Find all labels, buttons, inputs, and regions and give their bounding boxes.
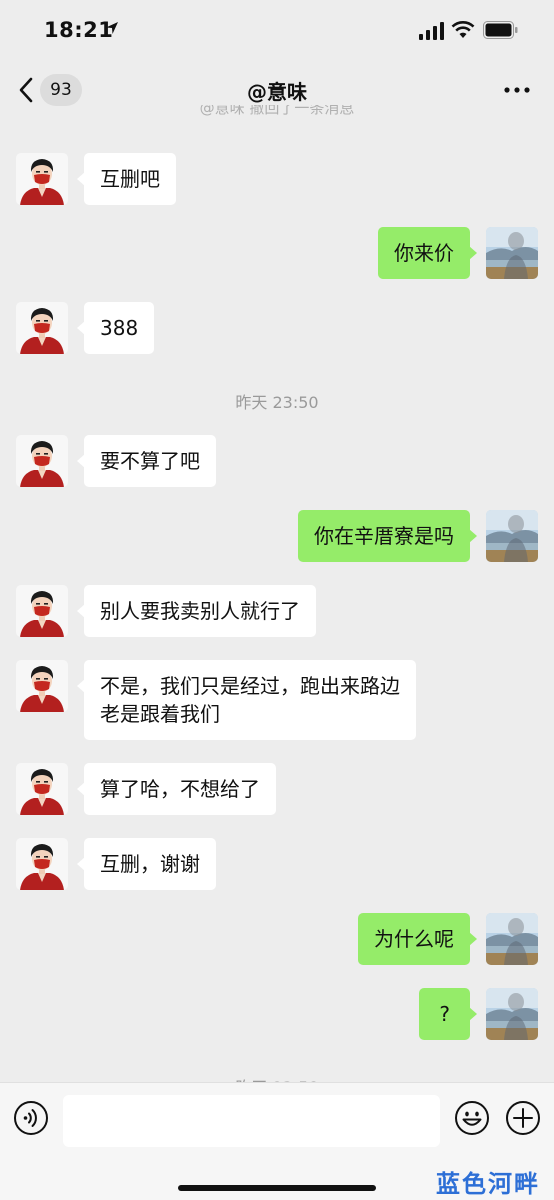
contact-avatar[interactable] (16, 302, 68, 354)
contact-avatar[interactable] (16, 153, 68, 205)
contact-avatar[interactable] (16, 435, 68, 487)
contact-avatar[interactable] (16, 660, 68, 712)
timestamp: 昨天 23:50 (235, 393, 319, 412)
my-avatar[interactable] (486, 913, 538, 965)
message-bubble-incoming[interactable]: 算了哈，不想给了 (77, 763, 276, 815)
home-indicator (178, 1185, 376, 1191)
my-avatar[interactable] (486, 510, 538, 562)
plus-icon[interactable] (505, 1100, 541, 1136)
wifi-icon (451, 21, 475, 38)
message-bubble-incoming[interactable]: 互删，谢谢 (77, 838, 216, 890)
message-bubble-outgoing[interactable]: 你来价 (378, 227, 477, 279)
status-time: 18:21 (44, 18, 114, 42)
emoji-icon[interactable] (454, 1100, 490, 1136)
recall-notice: @意味 撤回了一条消息 (199, 105, 355, 117)
contact-avatar[interactable] (16, 585, 68, 637)
signal-icon (419, 22, 444, 40)
contact-avatar[interactable] (16, 763, 68, 815)
voice-icon[interactable] (13, 1100, 49, 1136)
message-input[interactable] (63, 1095, 440, 1147)
more-dots-icon[interactable] (502, 82, 532, 98)
my-avatar[interactable] (486, 988, 538, 1040)
my-avatar[interactable] (486, 227, 538, 279)
battery-icon (483, 21, 518, 39)
message-bubble-incoming[interactable]: 互删吧 (77, 153, 176, 205)
message-bubble-incoming[interactable]: 别人要我卖别人就行了 (77, 585, 316, 637)
location-arrow-icon (106, 22, 118, 34)
message-bubble-outgoing[interactable]: ? (419, 988, 477, 1040)
message-bubble-outgoing[interactable]: 你在辛厝寮是吗 (298, 510, 477, 562)
watermark: 蓝色河畔 (436, 1169, 540, 1198)
chat-title: @意味 (247, 80, 307, 104)
message-bubble-outgoing[interactable]: 为什么呢 (358, 913, 477, 965)
message-bubble-incoming[interactable]: 388 (76, 302, 155, 354)
status-bar: 18:21 (0, 0, 554, 62)
message-bubble-incoming[interactable]: 要不算了吧 (77, 435, 216, 487)
message-bubble-incoming[interactable]: 不是，我们只是经过，跑出来路边 老是跟着我们 (77, 660, 416, 740)
contact-avatar[interactable] (16, 838, 68, 890)
